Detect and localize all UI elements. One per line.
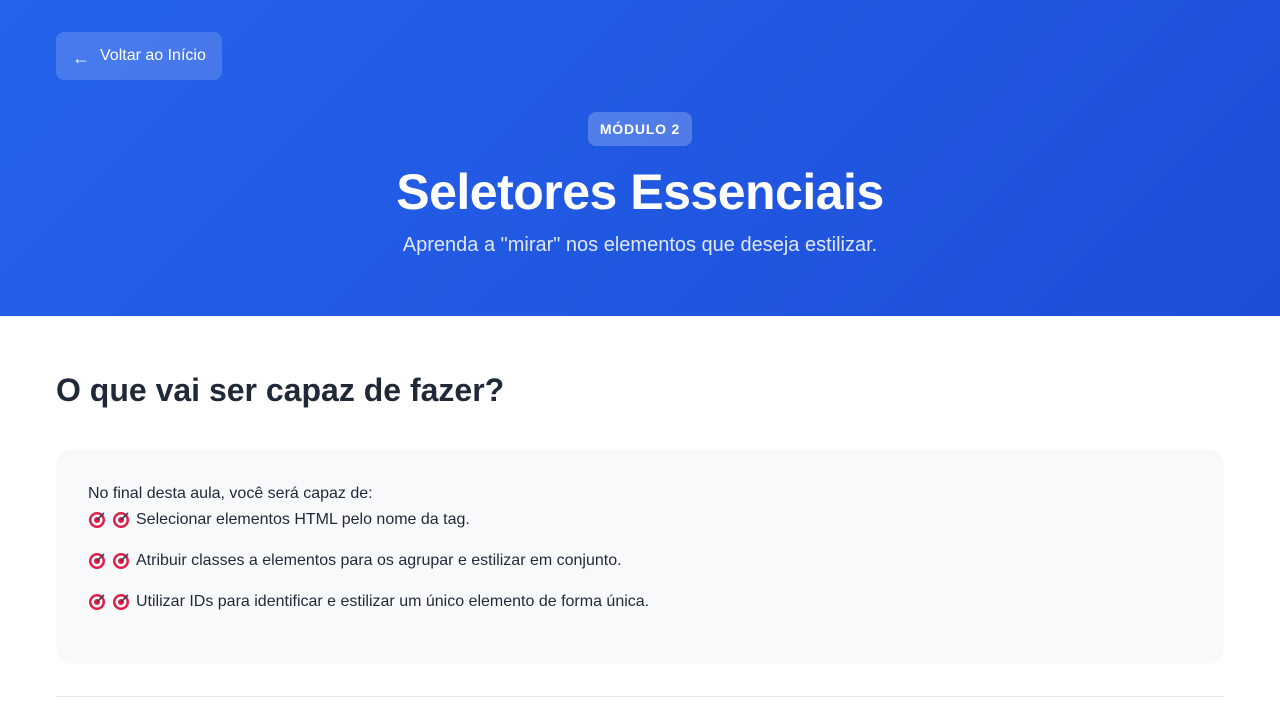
module-badge: MÓDULO 2 (587, 112, 693, 146)
objective-item: Atribuir classes a elementos para os agr… (88, 551, 1192, 571)
section-divider (56, 696, 1224, 697)
page-title: Seletores Essenciais (396, 164, 884, 220)
objective-item: Utilizar IDs para identificar e estiliza… (88, 592, 1192, 612)
hero-content: MÓDULO 2 Seletores Essenciais Aprenda a … (0, 112, 1280, 258)
main-content: O que vai ser capaz de fazer? No final d… (0, 370, 1280, 697)
target-icon (113, 553, 129, 569)
hero-header: ← Voltar ao Início MÓDULO 2 Seletores Es… (0, 0, 1280, 316)
objectives-intro: No final desta aula, você será capaz de: (88, 485, 373, 502)
target-icon (113, 594, 129, 610)
target-icon (113, 512, 129, 528)
back-button-label: Voltar ao Início (100, 47, 206, 64)
arrow-left-icon: ← (72, 48, 90, 68)
section-title: O que vai ser capaz de fazer? (56, 372, 505, 408)
page-subtitle: Aprenda a "mirar" nos elementos que dese… (402, 234, 878, 256)
objective-text: Atribuir classes a elementos para os agr… (136, 552, 622, 569)
target-icon (89, 553, 105, 569)
target-icon (89, 512, 105, 528)
objectives-list: Selecionar elementos HTML pelo nome da t… (88, 510, 1192, 612)
back-to-home-button[interactable]: ← Voltar ao Início (56, 32, 222, 80)
objective-text: Utilizar IDs para identificar e estiliza… (136, 593, 650, 610)
objective-text: Selecionar elementos HTML pelo nome da t… (136, 511, 470, 528)
objective-item: Selecionar elementos HTML pelo nome da t… (88, 510, 1192, 530)
target-icon (89, 594, 105, 610)
objectives-card: No final desta aula, você será capaz de:… (56, 450, 1224, 664)
